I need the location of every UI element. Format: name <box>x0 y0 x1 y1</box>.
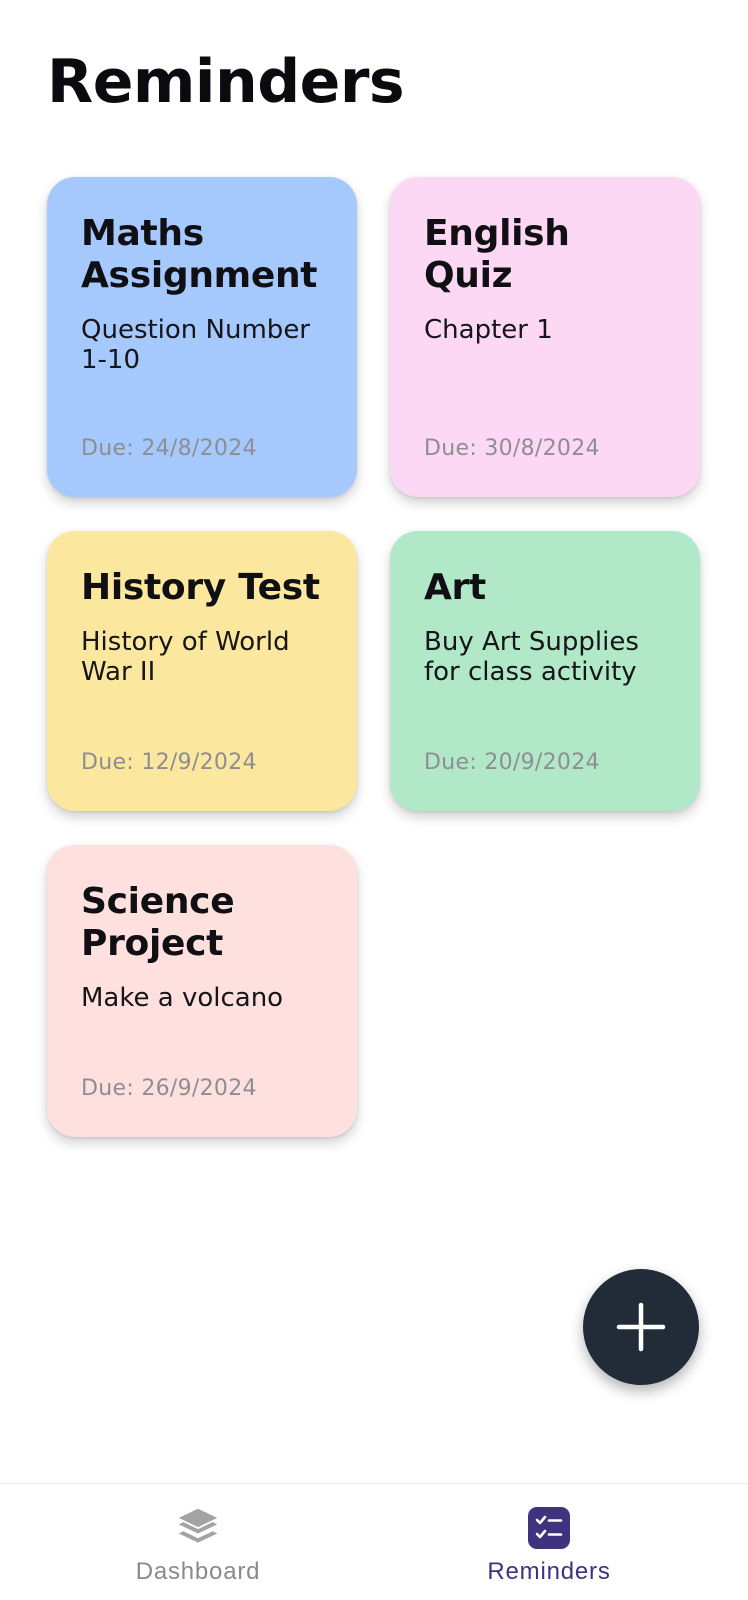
add-reminder-button[interactable] <box>583 1269 699 1385</box>
nav-item-dashboard[interactable]: Dashboard <box>11 1484 385 1600</box>
reminder-title: English Quiz <box>424 213 570 296</box>
reminder-description: History of World War II <box>81 627 290 687</box>
reminder-description: Buy Art Supplies for class activity <box>424 627 639 687</box>
reminder-due-date: Due: 30/8/2024 <box>424 436 600 461</box>
bottom-nav: Dashboard Reminders <box>0 1483 748 1600</box>
nav-label-dashboard: Dashboard <box>135 1558 261 1585</box>
nav-label-reminders: Reminders <box>487 1558 611 1585</box>
reminder-description: Chapter 1 <box>424 315 553 345</box>
reminder-title: Maths Assignment <box>81 213 318 296</box>
reminder-card-history[interactable]: History Test History of World War II Due… <box>47 531 357 811</box>
reminder-title: Art <box>424 567 486 608</box>
reminder-description: Make a volcano <box>81 983 284 1013</box>
reminder-title: History Test <box>81 567 320 608</box>
reminder-due-date: Due: 26/9/2024 <box>81 1076 257 1101</box>
page-title: Reminders <box>47 47 405 117</box>
reminder-card-science[interactable]: Science Project Make a volcano Due: 26/9… <box>47 845 357 1137</box>
reminder-card-english[interactable]: English Quiz Chapter 1 Due: 30/8/2024 <box>390 177 700 497</box>
reminder-due-date: Due: 12/9/2024 <box>81 750 257 775</box>
reminder-description: Question Number 1-10 <box>81 315 310 375</box>
reminder-due-date: Due: 20/9/2024 <box>424 750 600 775</box>
reminder-card-art[interactable]: Art Buy Art Supplies for class activity … <box>390 531 700 811</box>
checklist-icon <box>527 1506 571 1550</box>
plus-icon <box>616 1302 666 1352</box>
reminder-due-date: Due: 24/8/2024 <box>81 436 257 461</box>
layers-icon <box>176 1506 220 1550</box>
reminder-title: Science Project <box>81 881 235 964</box>
nav-item-reminders[interactable]: Reminders <box>362 1484 736 1600</box>
reminder-card-maths[interactable]: Maths Assignment Question Number 1-10 Du… <box>47 177 357 497</box>
